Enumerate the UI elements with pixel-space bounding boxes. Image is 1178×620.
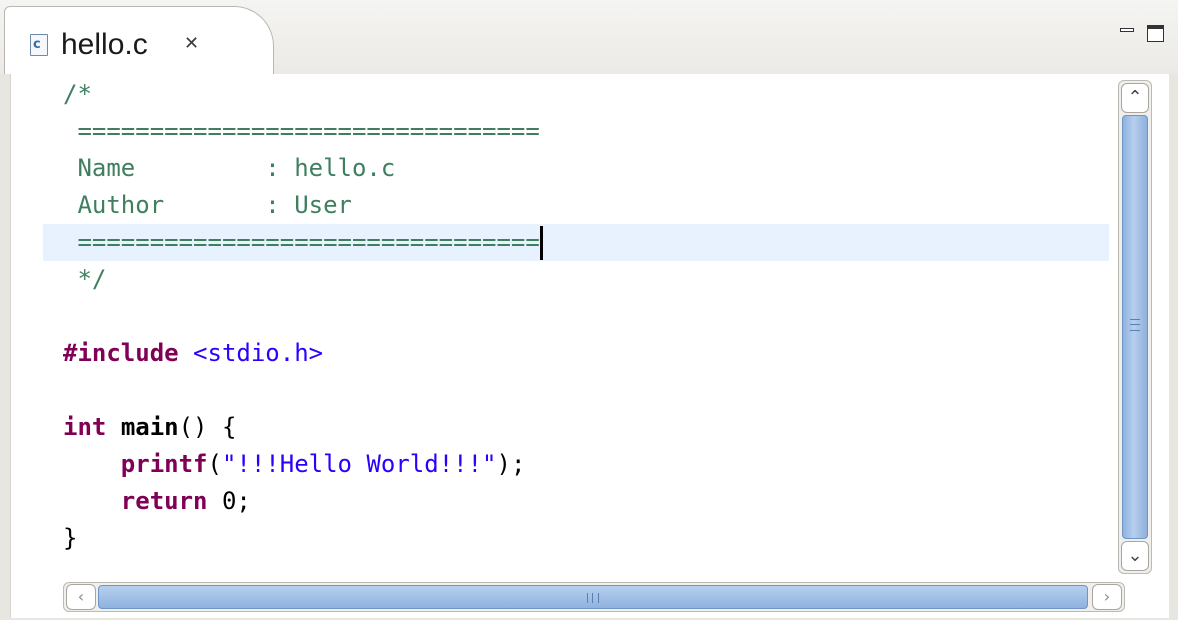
editor-area: /* ================================ Name… xyxy=(0,74,1178,620)
maximize-icon[interactable] xyxy=(1146,22,1166,42)
code-line[interactable]: ================================ xyxy=(43,113,1109,150)
code-line[interactable]: Name : hello.c xyxy=(43,150,1109,187)
left-ruler xyxy=(11,74,43,578)
scroll-up-button[interactable]: ⌃ xyxy=(1121,83,1149,113)
code-line[interactable] xyxy=(43,372,1109,409)
code-token: Name : hello.c xyxy=(63,154,396,182)
code-token: int xyxy=(63,413,107,441)
code-token: "!!!Hello World!!!" xyxy=(221,450,497,478)
code-token: printf xyxy=(120,450,208,478)
tab-hello-c[interactable]: c hello.c ✕ xyxy=(4,6,274,75)
code-line[interactable]: #include <stdio.h> xyxy=(43,335,1109,372)
scroll-left-button[interactable]: ‹ xyxy=(66,584,96,610)
code-token: 0; xyxy=(207,487,251,515)
code-line[interactable]: ================================ xyxy=(43,224,1109,261)
close-icon[interactable]: ✕ xyxy=(184,35,202,53)
horizontal-scrollbar[interactable]: ‹ › xyxy=(63,582,1125,612)
c-file-icon-letter: c xyxy=(33,37,41,52)
code-token: Author : User xyxy=(63,191,352,219)
code-token: ); xyxy=(496,450,526,478)
code-line[interactable]: Author : User xyxy=(43,187,1109,224)
code-editor[interactable]: /* ================================ Name… xyxy=(10,74,1169,618)
c-file-icon: c xyxy=(30,34,48,56)
tab-title: hello.c xyxy=(61,28,148,61)
code-text[interactable]: /* ================================ Name… xyxy=(43,76,1109,576)
code-line[interactable]: } xyxy=(43,520,1109,557)
code-token: */ xyxy=(63,265,107,293)
code-line[interactable]: int main() { xyxy=(43,409,1109,446)
code-token: ( xyxy=(207,450,222,478)
code-line[interactable] xyxy=(43,298,1109,335)
vertical-grip-icon xyxy=(1130,319,1140,331)
horizontal-grip-icon xyxy=(587,593,599,603)
code-token: <stdio.h> xyxy=(193,339,324,367)
code-line[interactable]: */ xyxy=(43,261,1109,298)
minimize-icon[interactable] xyxy=(1118,22,1138,42)
horizontal-scroll-thumb[interactable] xyxy=(98,585,1088,609)
code-token: #include xyxy=(63,339,179,367)
code-line[interactable]: return 0; xyxy=(43,483,1109,520)
scroll-down-button[interactable]: ⌄ xyxy=(1121,541,1149,571)
code-token: () { xyxy=(178,413,237,441)
vertical-scroll-thumb[interactable] xyxy=(1122,115,1148,539)
editor-tab-bar: c hello.c ✕ xyxy=(0,0,1178,75)
vertical-scrollbar[interactable]: ⌃ ⌄ xyxy=(1118,80,1152,574)
code-token: /* xyxy=(63,80,92,108)
code-line[interactable]: printf("!!!Hello World!!!"); xyxy=(43,446,1109,483)
code-line[interactable]: /* xyxy=(43,76,1109,113)
code-token: ================================ xyxy=(63,228,540,256)
code-token: return xyxy=(120,487,208,515)
editor-window: c hello.c ✕ /* =========================… xyxy=(0,0,1178,620)
scroll-right-button[interactable]: › xyxy=(1092,584,1122,610)
code-token: main xyxy=(120,413,179,441)
text-caret xyxy=(539,226,543,260)
code-token: ================================ xyxy=(63,117,540,145)
code-token: } xyxy=(63,524,78,552)
